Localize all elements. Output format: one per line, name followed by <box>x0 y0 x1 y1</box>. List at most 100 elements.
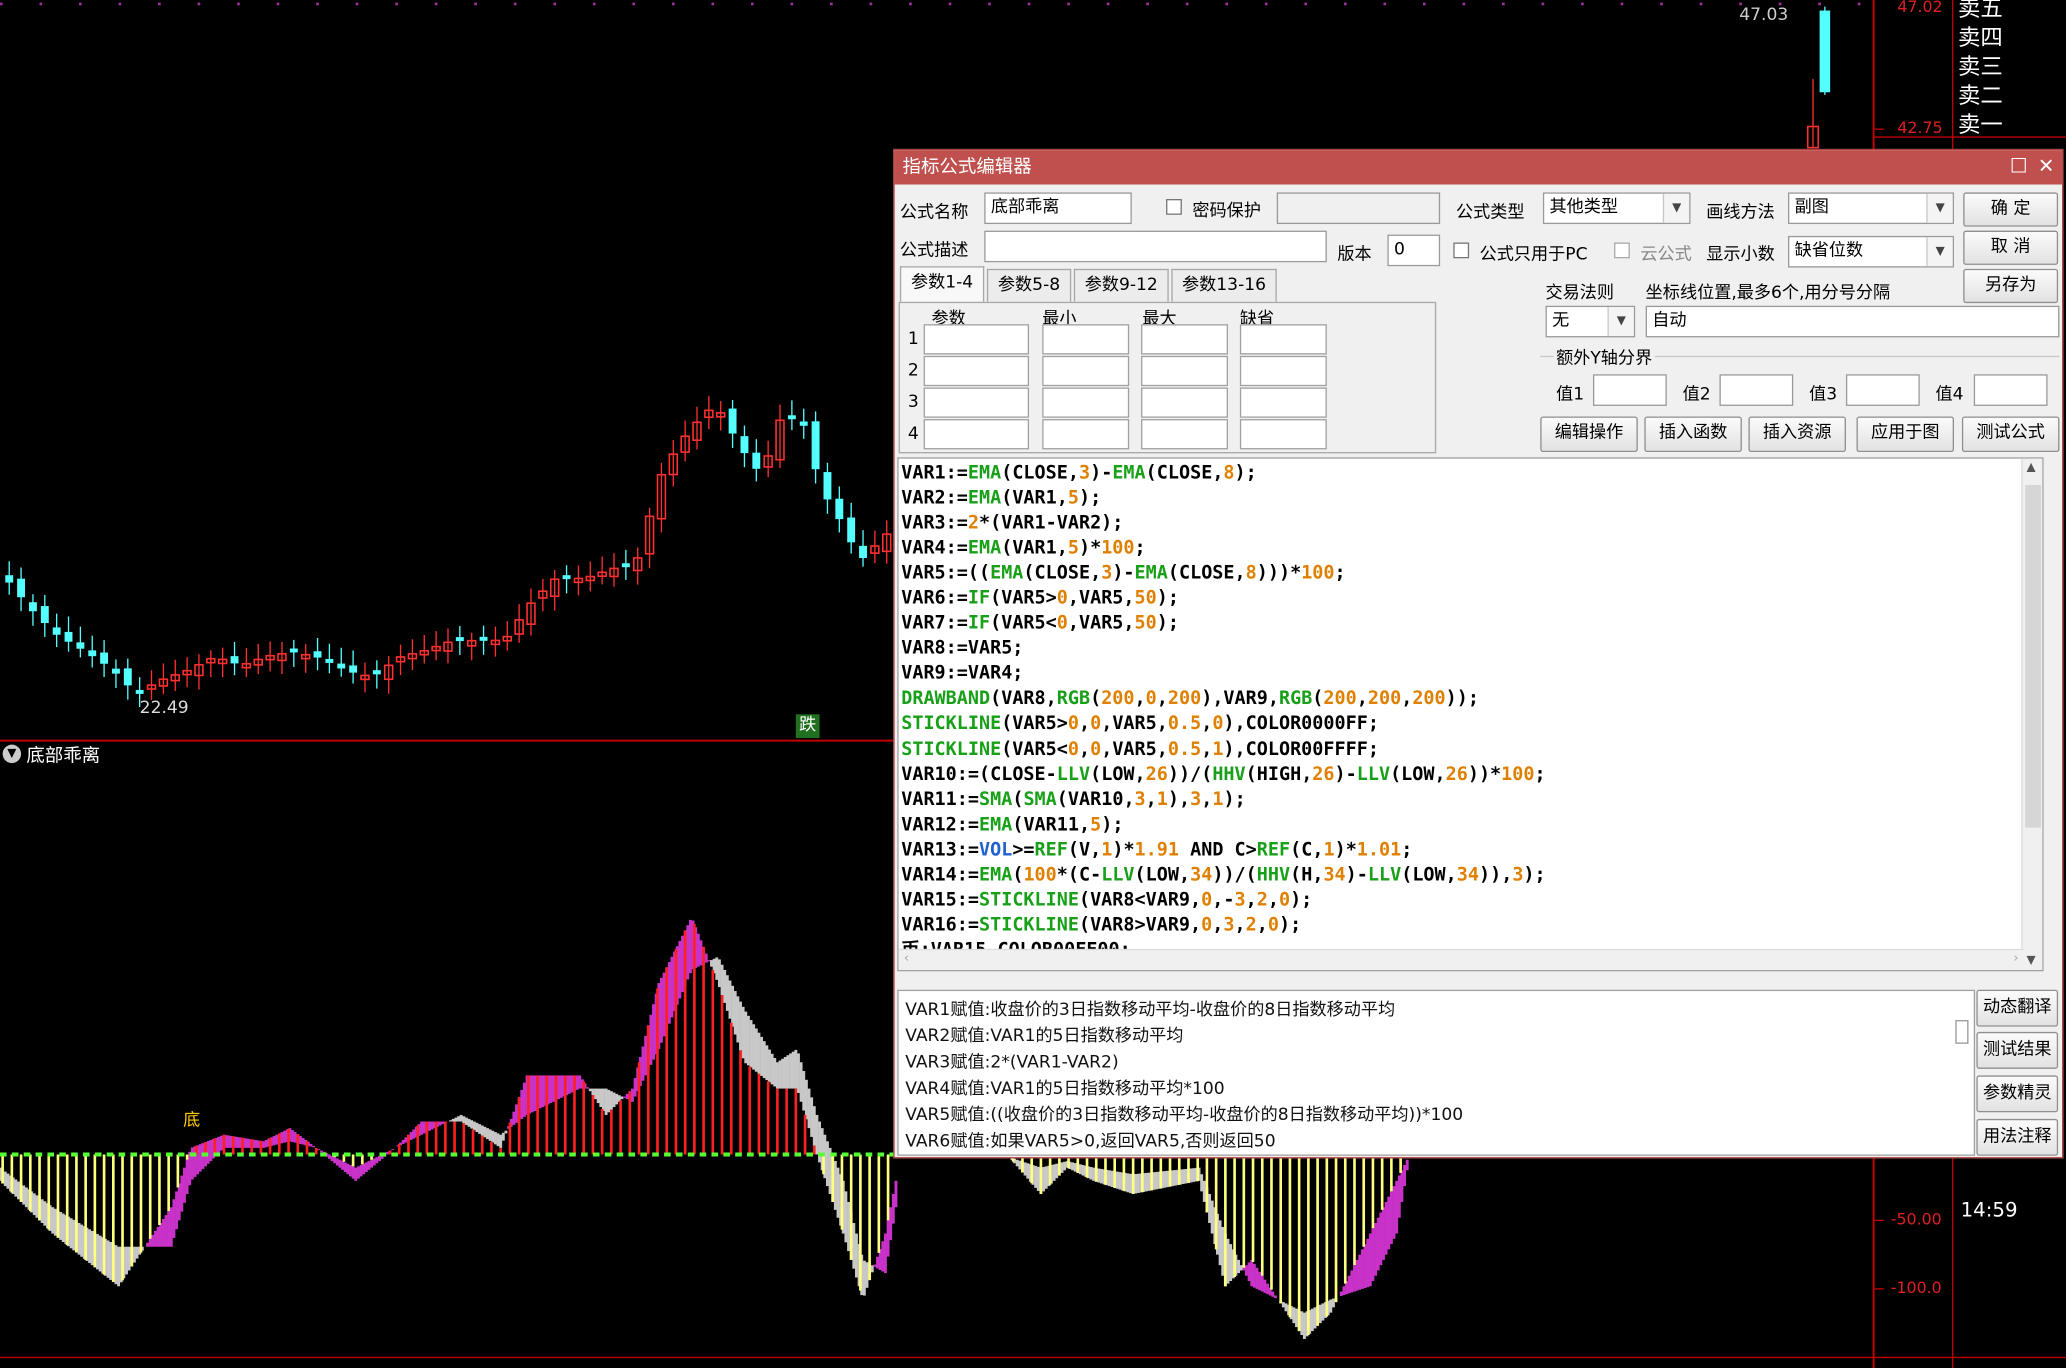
close-icon[interactable]: ✕ <box>2034 154 2058 178</box>
value4-input[interactable] <box>1973 374 2048 406</box>
scroll-thumb[interactable] <box>2025 484 2041 828</box>
axis-ind-2: -100.0 <box>1890 1278 1942 1297</box>
param-cell[interactable] <box>1141 419 1229 450</box>
desc-scroll-thumb[interactable] <box>1955 1020 1969 1044</box>
code-line: VAR12:=EMA(VAR11,5); <box>901 814 1124 836</box>
param-cell[interactable] <box>1239 324 1327 355</box>
dynamic-translate-button[interactable]: 动态翻译 <box>1976 989 2059 1027</box>
extra-y-label: 额外Y轴分界 <box>1553 343 1655 370</box>
value3-input[interactable] <box>1845 374 1920 406</box>
save-as-button[interactable]: 另存为 <box>1963 268 2059 304</box>
code-line: STICKLINE(VAR5<0,0,VAR5,0.5,1),COLOR00FF… <box>901 738 1379 760</box>
password-input[interactable] <box>1276 192 1441 225</box>
candle-body <box>40 606 49 624</box>
cancel-button[interactable]: 取 消 <box>1963 230 2059 265</box>
param-cell[interactable] <box>1239 419 1327 450</box>
candle-body <box>17 578 26 598</box>
price-top-right: 47.03 <box>1739 5 1789 26</box>
formula-type-select[interactable]: 其他类型 ▼ <box>1542 192 1691 225</box>
di-marker: 底 <box>183 1110 201 1131</box>
param-cell[interactable] <box>1239 355 1327 387</box>
formula-code-editor[interactable]: VAR1:=EMA(CLOSE,3)-EMA(CLOSE,8); VAR2:=EM… <box>897 457 2044 972</box>
draw-method-select[interactable]: 副图 ▼ <box>1787 192 1955 225</box>
param-cell[interactable] <box>1042 387 1130 418</box>
desc-line: VAR5赋值:((收盘价的3日指数移动平均-收盘价的8日指数移动平均))*100 <box>905 1105 1464 1126</box>
code-line: DRAWBAND(VAR8,RGB(200,0,200),VAR9,RGB(20… <box>901 688 1479 710</box>
usage-notes-button[interactable]: 用法注释 <box>1976 1118 2059 1156</box>
dialog-titlebar[interactable]: 指标公式编辑器 <box>894 150 2063 185</box>
maximize-icon[interactable]: ☐ <box>2007 154 2031 178</box>
scroll-down-icon[interactable]: ▼ <box>2026 954 2035 967</box>
candle-body <box>289 648 298 653</box>
candle-body <box>349 665 358 673</box>
password-checkbox[interactable] <box>1166 199 1182 215</box>
version-input[interactable]: 0 <box>1387 234 1441 267</box>
price-low-label: 22.49 <box>139 698 189 719</box>
param-cell[interactable] <box>923 355 1030 387</box>
desc-line: VAR4赋值:VAR1的5日指数移动平均*100 <box>905 1079 1225 1100</box>
insert-resource-button[interactable]: 插入资源 <box>1748 416 1846 453</box>
param-row-num: 3 <box>907 392 919 413</box>
trade-rule-select[interactable]: 无 ▼ <box>1545 305 1636 338</box>
insert-function-button[interactable]: 插入函数 <box>1644 416 1742 453</box>
param-cell[interactable] <box>1042 355 1130 387</box>
param-cell[interactable] <box>923 419 1030 450</box>
candle-body <box>455 637 464 642</box>
apply-to-chart-button[interactable]: 应用于图 <box>1856 416 1955 453</box>
coord-input[interactable]: 自动 <box>1645 305 2060 338</box>
code-line: VAR6:=IF(VAR5>0,VAR5,50); <box>901 588 1179 610</box>
tab-params-13-16[interactable]: 参数13-16 <box>1171 268 1277 302</box>
param-cell[interactable] <box>1042 419 1130 450</box>
desc-line: VAR1赋值:收盘价的3日指数移动平均-收盘价的8日指数移动平均 <box>905 1000 1396 1021</box>
value4-label: 值4 <box>1935 384 1964 405</box>
formula-name-input[interactable]: 底部乖离 <box>984 192 1132 225</box>
formula-desc-input[interactable] <box>984 230 1327 263</box>
test-formula-button[interactable]: 测试公式 <box>1961 416 2060 453</box>
param-cell[interactable] <box>923 387 1030 418</box>
pc-only-checkbox[interactable] <box>1453 242 1470 259</box>
param-cell[interactable] <box>1239 387 1327 418</box>
candle-body <box>325 658 334 663</box>
tab-params-1-4[interactable]: 参数1-4 <box>899 266 985 302</box>
candle-body <box>835 498 844 520</box>
draw-method-label: 画线方法 <box>1706 202 1775 223</box>
candle-body <box>5 575 14 583</box>
scroll-left-icon[interactable]: ‹ <box>904 952 909 966</box>
horizontal-scrollbar[interactable]: ‹ › <box>898 948 2024 970</box>
code-line: VAR10:=(CLOSE-LLV(LOW,26))/(HHV(HIGH,26)… <box>901 763 1546 785</box>
value1-input[interactable] <box>1592 374 1667 406</box>
tab-params-5-8[interactable]: 参数5-8 <box>986 268 1072 302</box>
value2-label: 值2 <box>1682 384 1711 405</box>
test-result-button[interactable]: 测试结果 <box>1976 1031 2059 1069</box>
orderbook-sell1: 卖一 <box>1957 112 2003 139</box>
param-cell[interactable] <box>1141 324 1229 355</box>
param-wizard-button[interactable]: 参数精灵 <box>1976 1075 2059 1113</box>
collapse-icon[interactable]: ▼ <box>2 744 22 764</box>
candlestick-series <box>5 396 892 707</box>
candle-body <box>372 670 381 675</box>
edit-operation-button[interactable]: 编辑操作 <box>1540 416 1638 453</box>
formula-type-value: 其他类型 <box>1549 197 1619 218</box>
param-cell[interactable] <box>1042 324 1130 355</box>
param-cell[interactable] <box>1141 387 1229 418</box>
param-cell[interactable] <box>1141 355 1229 387</box>
candle-body <box>123 668 132 686</box>
intraday-bar <box>1819 10 1831 93</box>
candle-body <box>752 452 761 469</box>
ok-button[interactable]: 确 定 <box>1963 192 2059 227</box>
param-cell[interactable] <box>923 324 1030 355</box>
password-label: 密码保护 <box>1192 201 1261 222</box>
value2-input[interactable] <box>1719 374 1794 406</box>
candle-body <box>621 563 630 568</box>
formula-description-panel[interactable]: VAR1赋值:收盘价的3日指数移动平均-收盘价的8日指数移动平均 VAR2赋值:… <box>897 989 1976 1156</box>
candle-body <box>847 517 856 543</box>
candle-body <box>111 668 120 674</box>
candle-body <box>787 415 796 420</box>
tab-params-9-12[interactable]: 参数9-12 <box>1073 268 1169 302</box>
vertical-scrollbar[interactable]: ▲ ▼ <box>2021 458 2043 970</box>
value3-label: 值3 <box>1809 384 1838 405</box>
scroll-right-icon[interactable]: › <box>2013 952 2018 966</box>
decimals-select[interactable]: 缺省位数 ▼ <box>1787 235 1955 268</box>
scroll-up-icon[interactable]: ▲ <box>2026 461 2035 474</box>
cloud-checkbox[interactable] <box>1614 242 1630 259</box>
